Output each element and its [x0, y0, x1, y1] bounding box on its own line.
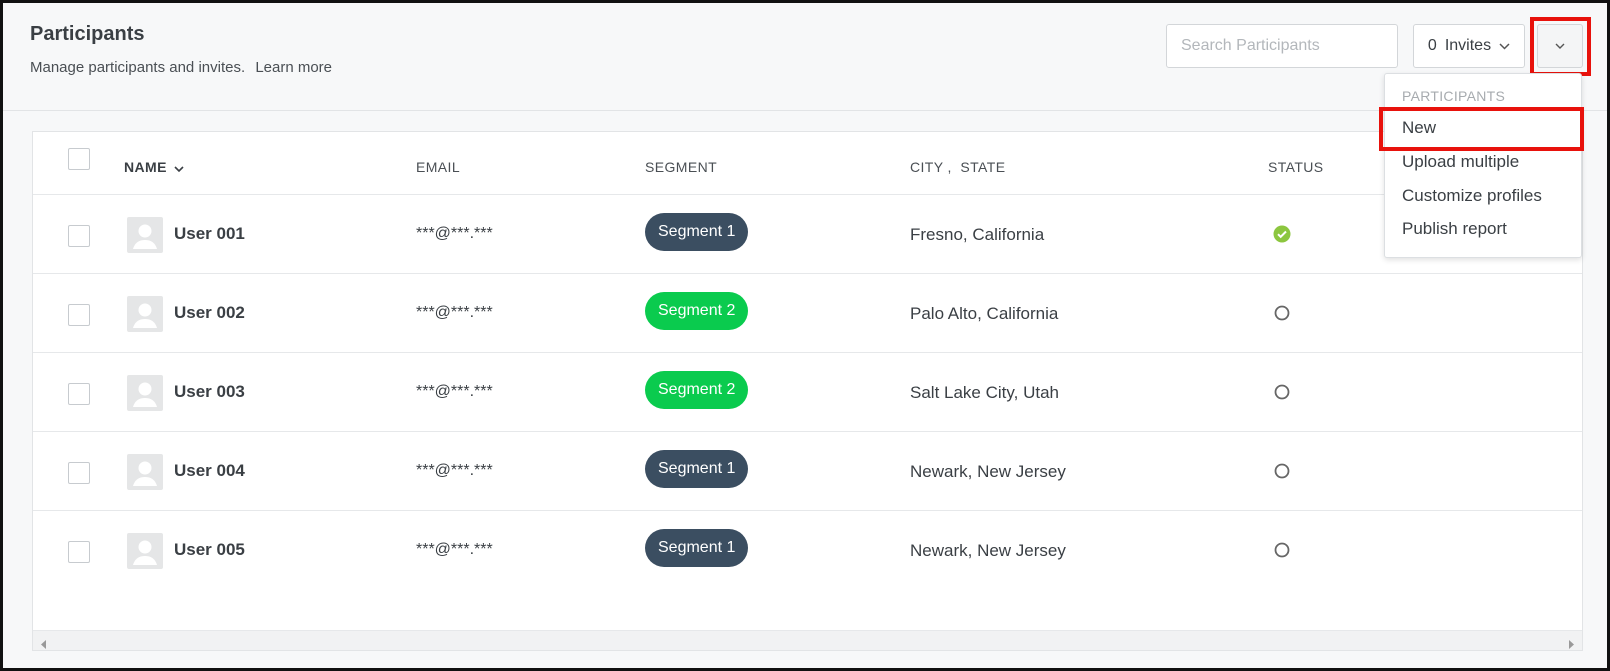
- subtitle-text: Manage participants and invites.: [30, 59, 246, 76]
- column-header-name[interactable]: NAME: [124, 159, 184, 176]
- menu-item-publish-report[interactable]: Publish report: [1402, 219, 1507, 239]
- invites-count: 0: [1427, 37, 1437, 54]
- status-inactive-icon: [1273, 304, 1291, 322]
- page-header: Participants Manage participants and inv…: [3, 3, 1607, 111]
- segment-badge: Segment 1: [645, 213, 749, 251]
- user-location: Salt Lake City, Utah: [910, 383, 1059, 402]
- segment-badge: Segment 1: [645, 450, 749, 488]
- user-email: ***@***.***: [416, 383, 493, 400]
- user-name[interactable]: User 002: [174, 303, 245, 323]
- chevron-down-icon: [1555, 43, 1565, 49]
- menu-item-upload-multiple[interactable]: Upload multiple: [1402, 152, 1519, 172]
- participants-dropdown-menu: PARTICIPANTS New Upload multiple Customi…: [1384, 73, 1582, 258]
- search-input[interactable]: [1166, 24, 1398, 68]
- column-header-city-state: CITY , STATE: [910, 159, 1006, 175]
- select-all-checkbox[interactable]: [68, 148, 90, 170]
- user-email: ***@***.***: [416, 462, 493, 479]
- avatar: [127, 217, 163, 253]
- column-header-status: STATUS: [1268, 159, 1324, 175]
- avatar: [127, 296, 163, 332]
- status-inactive-icon: [1273, 541, 1291, 559]
- avatar: [127, 533, 163, 569]
- segment-badge: Segment 2: [645, 371, 749, 409]
- horizontal-scrollbar[interactable]: [33, 630, 1582, 650]
- row-checkbox[interactable]: [68, 383, 90, 405]
- status-inactive-icon: [1273, 383, 1291, 401]
- row-checkbox[interactable]: [68, 541, 90, 563]
- segment-badge: Segment 2: [645, 292, 749, 330]
- table-row[interactable]: User 004 ***@***.*** Segment 1 Newark, N…: [33, 431, 1582, 511]
- table-row[interactable]: User 001 ***@***.*** Segment 1 Fresno, C…: [33, 194, 1582, 274]
- invites-button[interactable]: 0 Invites: [1413, 24, 1525, 68]
- table-row[interactable]: User 005 ***@***.*** Segment 1 Newark, N…: [33, 510, 1582, 590]
- user-name[interactable]: User 004: [174, 461, 245, 481]
- user-name[interactable]: User 001: [174, 224, 245, 244]
- app-frame: Participants Manage participants and inv…: [0, 0, 1610, 671]
- column-header-email: EMAIL: [416, 159, 461, 175]
- page-subtitle: Manage participants and invites. Learn m…: [30, 59, 332, 76]
- table-row[interactable]: User 003 ***@***.*** Segment 2 Salt Lake…: [33, 352, 1582, 432]
- user-location: Palo Alto, California: [910, 304, 1059, 323]
- segment-badge: Segment 1: [645, 529, 749, 567]
- sort-chevron-icon: [174, 160, 184, 176]
- avatar: [127, 375, 163, 411]
- user-email: ***@***.***: [416, 304, 493, 321]
- dropdown-section-label: PARTICIPANTS: [1402, 88, 1506, 104]
- user-name[interactable]: User 003: [174, 382, 245, 402]
- menu-item-new[interactable]: New: [1402, 118, 1436, 138]
- user-email: ***@***.***: [416, 541, 493, 558]
- menu-item-customize-profiles[interactable]: Customize profiles: [1402, 186, 1542, 206]
- user-email: ***@***.***: [416, 225, 493, 242]
- user-name[interactable]: User 005: [174, 540, 245, 560]
- scroll-left-icon[interactable]: [41, 636, 47, 654]
- participants-menu-toggle[interactable]: [1537, 24, 1583, 68]
- table-row[interactable]: User 002 ***@***.*** Segment 2 Palo Alto…: [33, 273, 1582, 353]
- user-location: Newark, New Jersey: [910, 462, 1066, 481]
- user-location: Fresno, California: [910, 225, 1045, 244]
- row-checkbox[interactable]: [68, 462, 90, 484]
- user-location: Newark, New Jersey: [910, 541, 1066, 560]
- column-header-segment: SEGMENT: [645, 159, 718, 175]
- page-title: Participants: [30, 23, 145, 45]
- avatar: [127, 454, 163, 490]
- status-active-icon: [1273, 225, 1291, 243]
- participants-table: NAME EMAIL SEGMENT CITY , STATE STATUS U…: [32, 131, 1583, 651]
- invites-label: Invites: [1444, 37, 1492, 54]
- status-inactive-icon: [1273, 462, 1291, 480]
- row-checkbox[interactable]: [68, 225, 90, 247]
- chevron-down-icon: [1499, 42, 1510, 50]
- row-checkbox[interactable]: [68, 304, 90, 326]
- learn-more-link[interactable]: Learn more: [255, 59, 332, 76]
- scroll-right-icon[interactable]: [1568, 636, 1574, 654]
